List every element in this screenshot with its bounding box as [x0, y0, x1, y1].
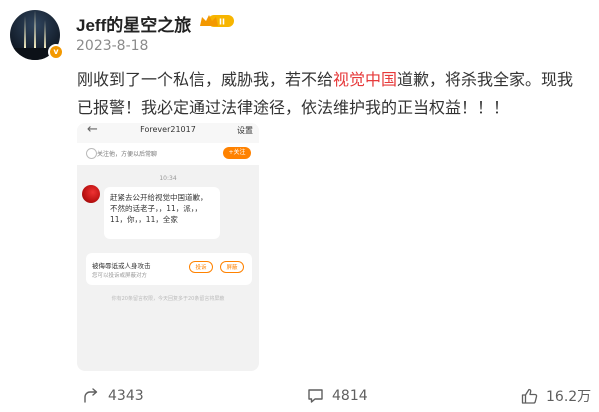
screenshot-title: Forever21017: [140, 125, 196, 134]
like-count: 16.2万: [546, 389, 592, 405]
post-date: 2023-8-18: [76, 38, 149, 54]
thumbs-up-icon: [521, 388, 538, 404]
comment-icon: [308, 389, 323, 403]
message-bubble: 赶紧去公开给视觉中国道歉，不然的话老子，，11，派，，11，你，，11，全家: [104, 187, 220, 239]
report-subtitle: 您可以投诉或屏蔽对方: [92, 273, 148, 279]
follow-bar: 关注他，方便以后常聊 +关注: [77, 143, 259, 165]
screenshot-footer: 你有20条留言权限，今天回复多于20条留言将屏蔽: [111, 296, 225, 302]
share-count: 4343: [108, 388, 144, 404]
screenshot-header: ← Forever21017 设置: [77, 123, 259, 143]
like-button[interactable]: 16.2万: [521, 386, 591, 406]
highlight-link[interactable]: 视觉中国: [333, 70, 397, 89]
report-card: 被侮辱诋或人身攻击 您可以投诉或屏蔽对方 投诉 屏蔽: [86, 253, 252, 285]
username[interactable]: Jeff的星空之旅: [76, 11, 191, 36]
follow-hint: 关注他，方便以后常聊: [97, 151, 158, 158]
sender-avatar: [82, 185, 100, 203]
follow-button: +关注: [223, 147, 251, 159]
level-badge-icon: II: [200, 15, 234, 27]
attached-screenshot[interactable]: ← Forever21017 设置 关注他，方便以后常聊 +关注 10:34 赶…: [77, 123, 259, 371]
share-icon: [84, 388, 98, 403]
svg-text:II: II: [219, 18, 225, 27]
post-text: 刚收到了一个私信，威胁我，若不给视觉中国道歉，将杀我全家。现我已报警！我必定通过…: [77, 70, 574, 117]
message-time: 10:34: [159, 175, 177, 182]
comment-button[interactable]: 4814: [307, 386, 368, 406]
block-button: 屏蔽: [220, 261, 244, 273]
complain-button: 投诉: [189, 261, 213, 273]
report-title: 被侮辱诋或人身攻击: [92, 262, 151, 270]
share-button[interactable]: 4343: [82, 386, 144, 406]
screenshot-settings: 设置: [237, 126, 253, 135]
plus-icon: [86, 148, 97, 159]
verified-badge-icon: v: [48, 44, 64, 60]
comment-count: 4814: [332, 388, 368, 404]
